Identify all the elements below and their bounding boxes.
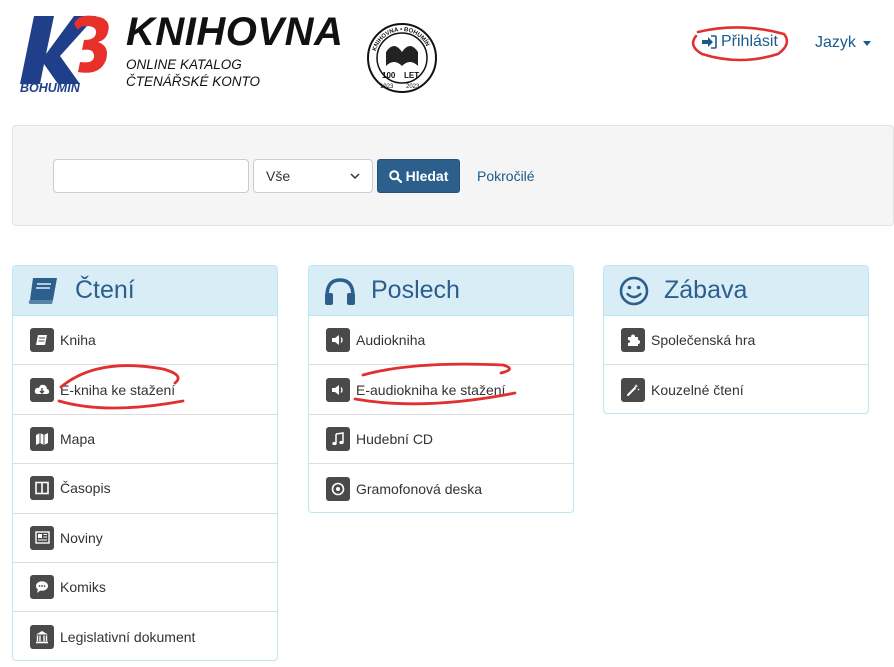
- list-item-spolecenska-hra[interactable]: Společenská hra: [604, 316, 868, 366]
- record-icon: [326, 476, 350, 501]
- panel-listening-title: Poslech: [371, 276, 460, 304]
- list-item-label: Legislativní dokument: [60, 629, 196, 646]
- cloud-download-icon: [30, 377, 54, 402]
- list-item-e-kniha[interactable]: E-kniha ke stažení: [13, 364, 277, 415]
- caret-down-icon: [862, 40, 871, 46]
- headphones-icon: [325, 277, 355, 305]
- list-item-e-audiokniha[interactable]: E-audiokniha ke stažení: [309, 363, 573, 415]
- search-input[interactable]: [53, 159, 249, 193]
- chevron-down-icon: [350, 172, 360, 179]
- language-dropdown[interactable]: Jazyk: [815, 34, 871, 52]
- panel-entertainment-header: Zábava: [604, 266, 868, 316]
- speech-bubble-icon: [30, 575, 54, 600]
- list-item-label: Společenská hra: [651, 332, 756, 349]
- panel-listening-header: Poslech: [309, 266, 573, 316]
- k3-logo-icon: BOHUMÍN: [20, 15, 109, 94]
- list-item-label: Audiokniha: [356, 332, 426, 349]
- language-label: Jazyk: [815, 34, 856, 51]
- list-item-kniha[interactable]: Kniha: [13, 316, 277, 366]
- panel-reading: Čtení Kniha E-kniha ke stažení Mapa Časo…: [12, 265, 278, 661]
- book-small-icon: [30, 328, 54, 353]
- svg-text:100: 100: [382, 71, 396, 80]
- music-note-icon: [326, 426, 350, 451]
- list-item-kouzelne-cteni[interactable]: Kouzelné čtení: [604, 365, 868, 413]
- list-item-label: Hudební CD: [356, 430, 434, 447]
- panel-entertainment-title: Zábava: [664, 276, 748, 304]
- list-item-mapa[interactable]: Mapa: [13, 415, 277, 465]
- puzzle-icon: [621, 328, 645, 353]
- list-item-label: Mapa: [60, 430, 96, 447]
- svg-text:1923: 1923: [380, 84, 394, 90]
- search-icon: [388, 169, 402, 183]
- columns-icon: [30, 476, 54, 501]
- list-item-audiokniha[interactable]: Audiokniha: [309, 316, 573, 366]
- book-icon: [28, 277, 57, 304]
- newspaper-icon: [30, 525, 54, 550]
- list-item-noviny[interactable]: Noviny: [13, 514, 277, 563]
- search-scope-select[interactable]: Vše: [253, 159, 373, 193]
- search-button[interactable]: Hledat: [377, 159, 460, 193]
- list-item-label: E-audiokniha ke stažení: [356, 381, 506, 398]
- speaker-icon: [326, 377, 350, 402]
- list-item-label: Časopis: [60, 480, 111, 497]
- advanced-search-link[interactable]: Pokročilé: [477, 168, 535, 184]
- svg-text:LET: LET: [404, 71, 419, 80]
- login-label: Přihlásit: [721, 33, 778, 50]
- magic-wand-icon: [621, 378, 645, 403]
- panel-reading-header: Čtení: [13, 266, 277, 316]
- brand-title: KNIHOVNA: [126, 10, 344, 54]
- institution-icon: [30, 625, 54, 650]
- sign-in-icon: [702, 35, 717, 49]
- panel-listening: Poslech Audiokniha E-audiokniha ke staže…: [308, 265, 574, 513]
- list-item-label: Noviny: [60, 529, 103, 546]
- list-item-komiks[interactable]: Komiks: [13, 563, 277, 613]
- list-item-label: Gramofonová deska: [356, 480, 483, 497]
- anniversary-seal-icon: KNIHOVNA • BOHUMÍN 100 LET 1923 2023: [367, 23, 437, 93]
- list-item-label: E-kniha ke stažení: [60, 381, 176, 398]
- brand-line-catalog: ONLINE KATALOG: [126, 57, 242, 72]
- list-item-label: Kniha: [60, 332, 96, 349]
- login-link[interactable]: Přihlásit: [702, 33, 778, 51]
- library-logo[interactable]: BOHUMÍN KNIHOVNA ONLINE KATALOG ČTENÁŘSK…: [14, 8, 450, 96]
- brand-line-account: ČTENÁŘSKÉ KONTO: [126, 74, 261, 89]
- list-item-gramofonova-deska[interactable]: Gramofonová deska: [309, 464, 573, 512]
- list-item-label: Kouzelné čtení: [651, 382, 744, 399]
- svg-text:2023: 2023: [406, 84, 420, 90]
- list-item-casopis[interactable]: Časopis: [13, 464, 277, 514]
- speaker-icon: [326, 328, 350, 353]
- search-panel: Vše Hledat Pokročilé: [12, 125, 894, 226]
- search-scope-value: Vše: [266, 168, 291, 184]
- search-button-label: Hledat: [405, 168, 449, 184]
- panel-reading-title: Čtení: [75, 276, 135, 304]
- list-item-label: Komiks: [60, 579, 106, 596]
- map-icon: [30, 426, 54, 451]
- list-item-hudebni-cd[interactable]: Hudební CD: [309, 415, 573, 465]
- smiley-icon: [619, 276, 649, 305]
- panel-entertainment: Zábava Společenská hra Kouzelné čtení: [603, 265, 869, 414]
- logo-city-text: BOHUMÍN: [20, 80, 81, 94]
- brand-subtitle: ONLINE KATALOG ČTENÁŘSKÉ KONTO: [126, 56, 260, 90]
- list-item-legislativni[interactable]: Legislativní dokument: [13, 612, 277, 660]
